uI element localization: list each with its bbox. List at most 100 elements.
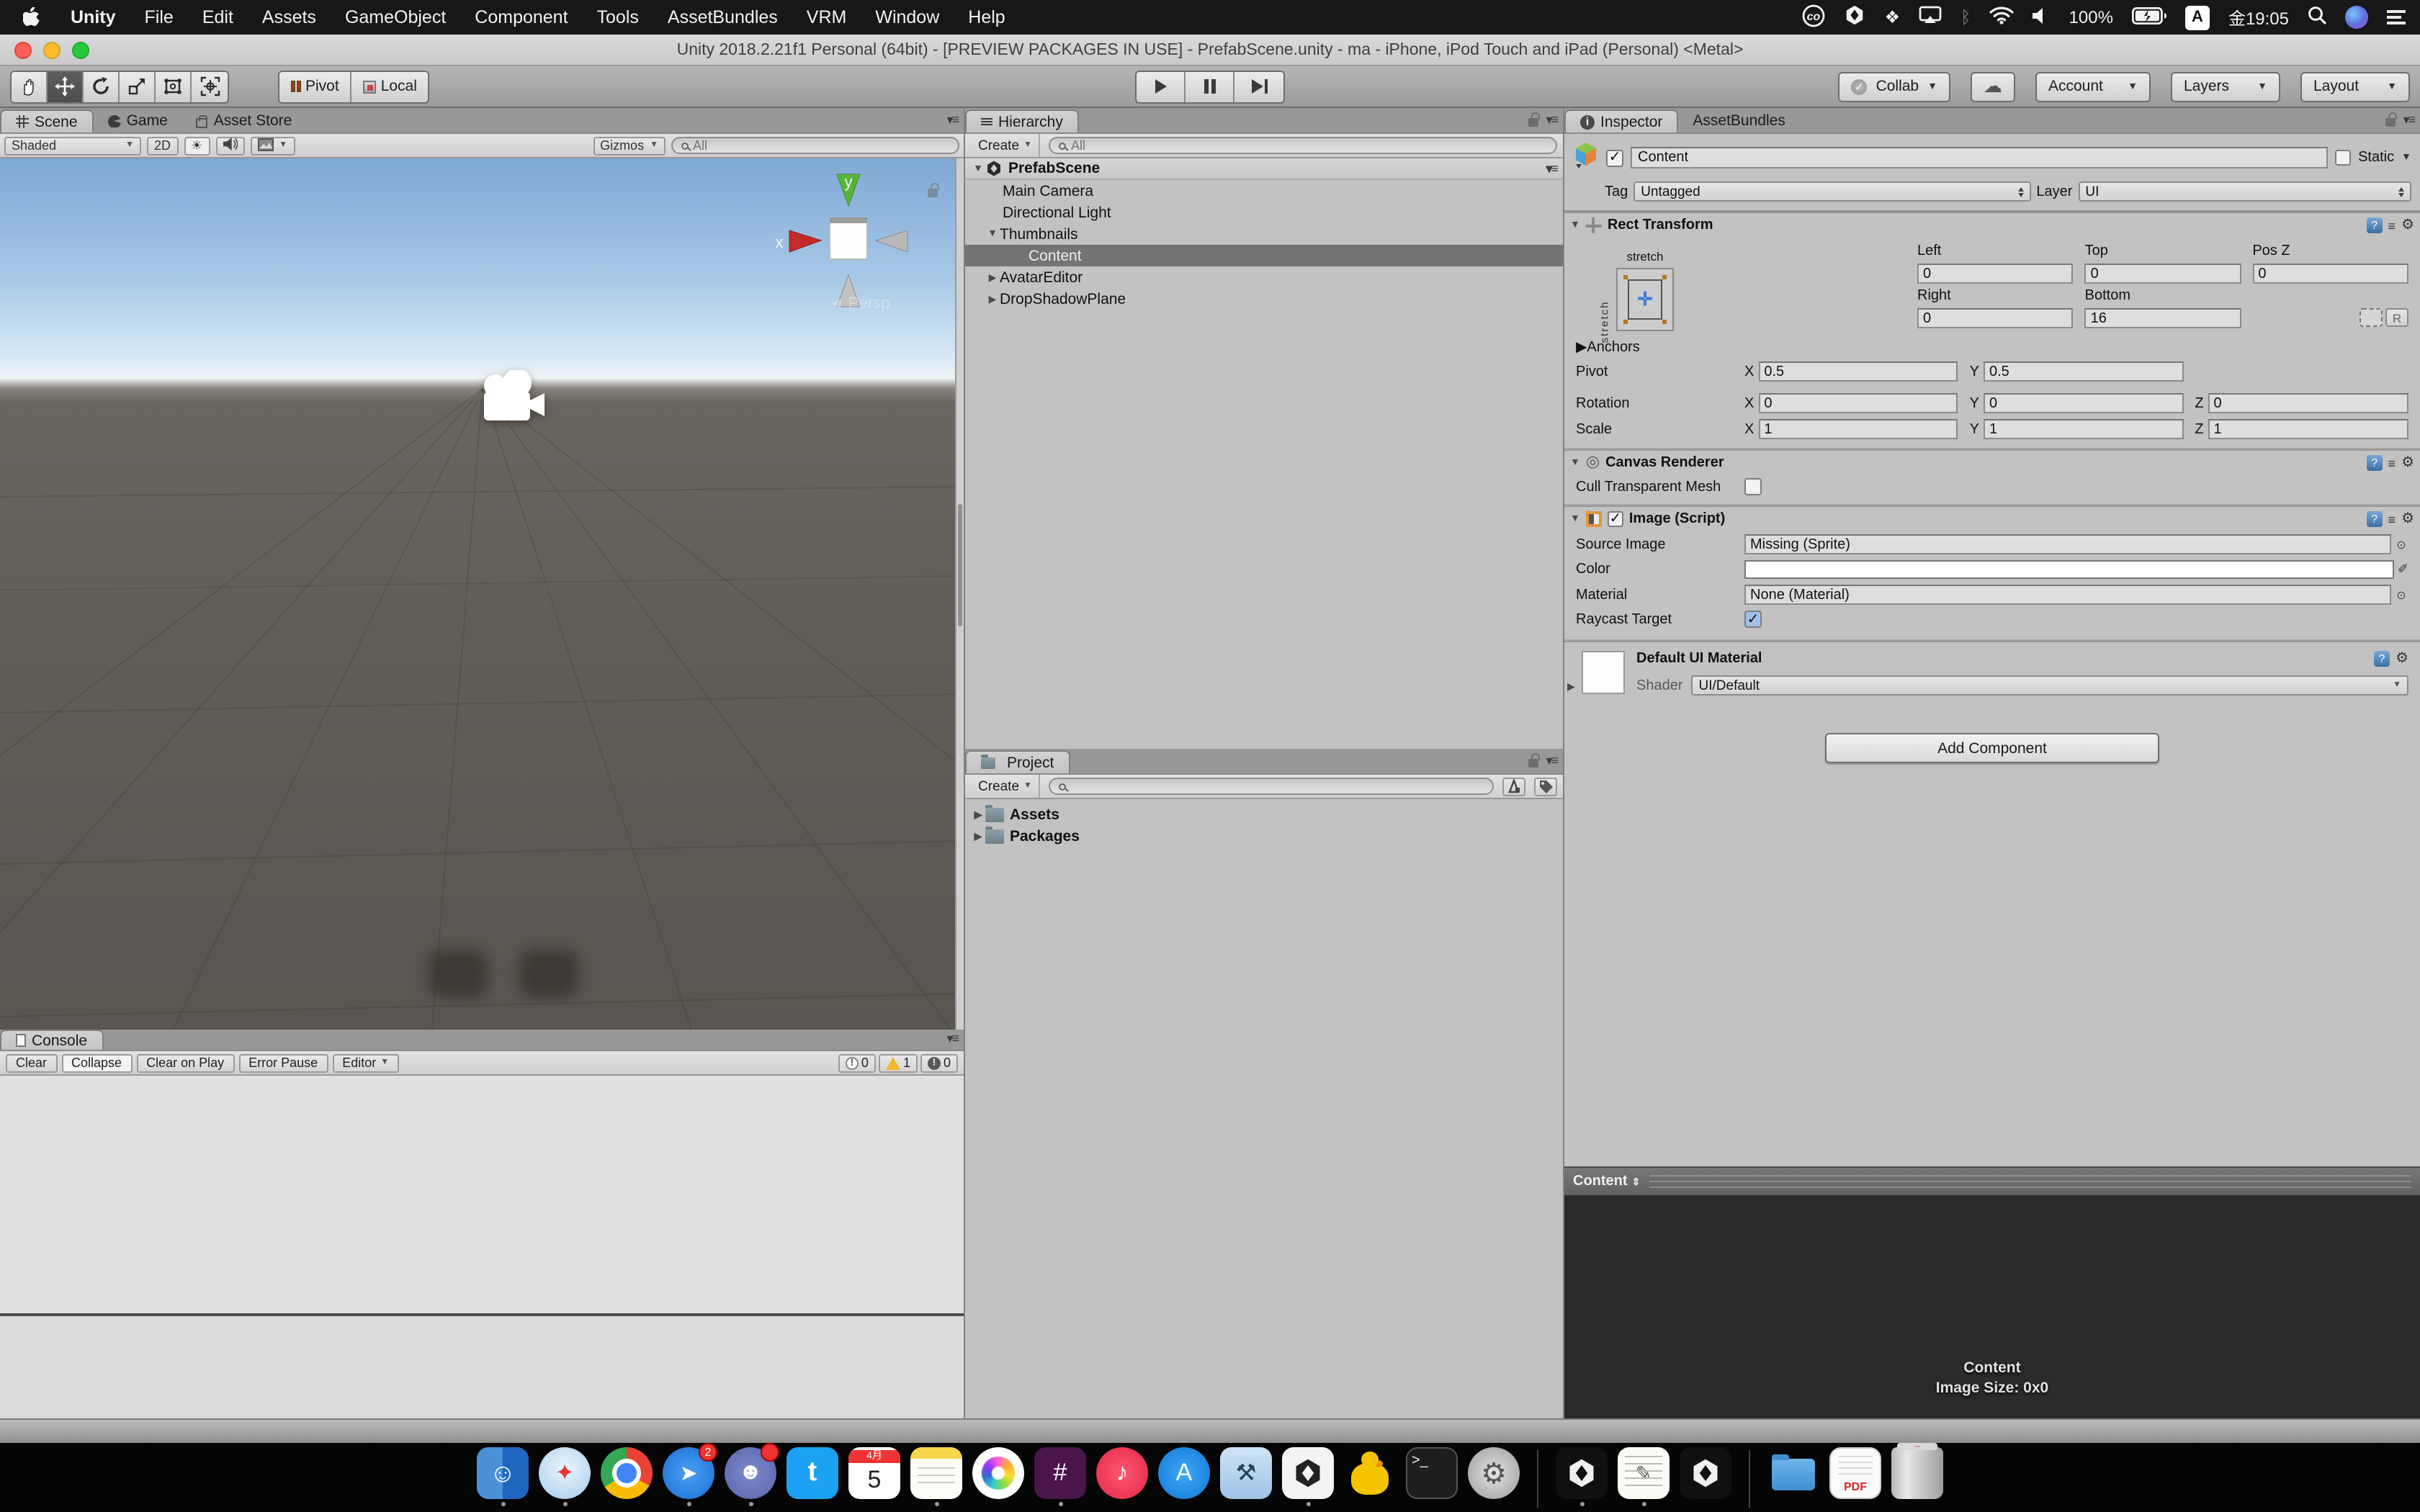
scene-view[interactable]: y x ◄ Persp bbox=[0, 158, 964, 1030]
left-field[interactable]: 0 bbox=[1917, 264, 2074, 284]
dock-finder[interactable]: ☺ bbox=[475, 1447, 530, 1506]
object-picker-icon[interactable]: ⊙ bbox=[2394, 586, 2408, 603]
hierarchy-item-main-camera[interactable]: Main Camera bbox=[965, 180, 1563, 202]
console-clear-on-play-toggle[interactable]: Clear on Play bbox=[136, 1053, 235, 1072]
expander-icon[interactable]: ▶ bbox=[971, 830, 985, 842]
2d-toggle-button[interactable]: 2D bbox=[147, 136, 179, 155]
expander-icon[interactable]: ▶ bbox=[985, 271, 1000, 283]
hand-tool-button[interactable] bbox=[12, 71, 48, 102]
presets-icon[interactable]: ≡ bbox=[2388, 218, 2396, 233]
expander-icon[interactable]: ▶ bbox=[971, 809, 985, 820]
transform-tool-button[interactable] bbox=[192, 71, 228, 102]
layers-dropdown[interactable]: Layers ▼ bbox=[2171, 71, 2280, 102]
dock-chrome[interactable] bbox=[599, 1447, 654, 1499]
hierarchy-lock-icon[interactable] bbox=[1528, 112, 1541, 127]
tab-project[interactable]: Project bbox=[965, 750, 1070, 773]
search-by-label-button[interactable] bbox=[1534, 777, 1557, 796]
tab-assetbundles[interactable]: AssetBundles bbox=[1678, 109, 1799, 132]
help-icon[interactable]: ? bbox=[2374, 651, 2390, 667]
rect-tool-button[interactable] bbox=[156, 71, 192, 102]
dock-twitter[interactable]: t bbox=[785, 1447, 840, 1499]
console-info-filter[interactable]: ! 0 bbox=[838, 1053, 876, 1072]
draw-mode-dropdown[interactable]: Shaded ▼ bbox=[4, 136, 141, 155]
material-expander-icon[interactable]: ▶ bbox=[1567, 681, 1575, 693]
collab-dropdown[interactable]: ✓ Collab ▼ bbox=[1838, 71, 1950, 102]
top-field[interactable]: 0 bbox=[2084, 264, 2241, 284]
expander-icon[interactable]: ▼ bbox=[985, 229, 1000, 239]
menu-unity[interactable]: Unity bbox=[56, 7, 130, 27]
rotation-y-field[interactable]: 0 bbox=[1984, 393, 2184, 413]
console-editor-dropdown[interactable]: Editor ▼ bbox=[332, 1053, 400, 1072]
dock-pdf-document[interactable]: PDF bbox=[1828, 1447, 1883, 1499]
scale-x-field[interactable]: 1 bbox=[1758, 419, 1958, 439]
bottom-field[interactable]: 16 bbox=[2084, 308, 2241, 328]
dock-xcode[interactable]: ⚒ bbox=[1219, 1447, 1273, 1499]
menu-help[interactable]: Help bbox=[954, 7, 1019, 27]
blueprint-mode-button[interactable] bbox=[2360, 308, 2383, 327]
project-lock-icon[interactable] bbox=[1528, 753, 1541, 768]
console-warning-filter[interactable]: 1 bbox=[878, 1053, 918, 1072]
pivot-x-field[interactable]: 0.5 bbox=[1758, 361, 1958, 382]
tab-scene[interactable]: Scene bbox=[0, 109, 94, 132]
dock-system-preferences[interactable]: ⚙ bbox=[1466, 1447, 1521, 1499]
spotlight-search-icon[interactable] bbox=[2308, 6, 2326, 29]
raw-edit-mode-button[interactable]: R bbox=[2385, 308, 2408, 327]
pivot-toggle-button[interactable]: Pivot bbox=[279, 71, 352, 102]
menu-assetbundles[interactable]: AssetBundles bbox=[653, 7, 792, 27]
tab-inspector[interactable]: i Inspector bbox=[1564, 109, 1679, 132]
static-dropdown-icon[interactable]: ▼ bbox=[2401, 153, 2411, 163]
help-icon[interactable]: ? bbox=[2366, 455, 2383, 471]
dock-terminal[interactable]: >_ bbox=[1404, 1447, 1459, 1499]
layout-dropdown[interactable]: Layout ▼ bbox=[2300, 71, 2410, 102]
shader-dropdown[interactable]: UI/Default ▼ bbox=[1691, 675, 2408, 696]
scene-row-menu-icon[interactable]: ▾≡ bbox=[1546, 161, 1559, 176]
dock-trash[interactable] bbox=[1890, 1443, 1945, 1499]
hierarchy-search-input[interactable]: All bbox=[1049, 137, 1557, 154]
perspective-label[interactable]: ◄ Persp bbox=[828, 295, 889, 312]
image-enabled-checkbox[interactable]: ✓ bbox=[1607, 511, 1623, 527]
scene-audio-toggle[interactable] bbox=[215, 136, 245, 155]
close-button[interactable] bbox=[14, 42, 32, 59]
scene-lock-icon[interactable] bbox=[928, 179, 939, 204]
move-tool-button[interactable] bbox=[48, 71, 84, 102]
dock-safari[interactable]: ✦ bbox=[537, 1447, 592, 1506]
local-toggle-button[interactable]: Local bbox=[351, 71, 429, 102]
project-folder-assets[interactable]: ▶ Assets bbox=[965, 804, 1563, 825]
cull-transparent-mesh-checkbox[interactable] bbox=[1744, 478, 1762, 495]
menu-component[interactable]: Component bbox=[460, 7, 582, 27]
presets-icon[interactable]: ≡ bbox=[2388, 456, 2396, 470]
play-button[interactable] bbox=[1137, 71, 1186, 102]
expander-icon[interactable]: ▶ bbox=[985, 293, 1000, 305]
console-log-list[interactable] bbox=[0, 1076, 964, 1313]
scene-view-scrollbar[interactable] bbox=[955, 158, 964, 1030]
battery-icon[interactable] bbox=[2131, 6, 2166, 28]
console-collapse-toggle[interactable]: Collapse bbox=[61, 1053, 133, 1072]
gameobject-name-field[interactable]: Content bbox=[1631, 147, 2329, 168]
scene-lighting-toggle[interactable]: ☀ bbox=[184, 136, 210, 155]
component-expander-icon[interactable]: ▼ bbox=[1570, 458, 1580, 468]
component-expander-icon[interactable]: ▼ bbox=[1570, 220, 1580, 230]
project-search-input[interactable] bbox=[1049, 778, 1494, 795]
hierarchy-scene-row[interactable]: ▼ PrefabScene ▾≡ bbox=[965, 158, 1563, 180]
rotation-z-field[interactable]: 0 bbox=[2208, 393, 2408, 413]
inspector-lock-icon[interactable] bbox=[2385, 112, 2398, 127]
menu-gameobject[interactable]: GameObject bbox=[331, 7, 460, 27]
console-error-filter[interactable]: ! 0 bbox=[920, 1053, 958, 1072]
console-error-pause-toggle[interactable]: Error Pause bbox=[238, 1053, 328, 1072]
airplay-icon[interactable] bbox=[1919, 6, 1942, 29]
zoom-button[interactable] bbox=[72, 42, 89, 59]
project-create-dropdown[interactable]: Create ▼ bbox=[971, 775, 1041, 798]
material-thumbnail[interactable] bbox=[1582, 651, 1625, 694]
tag-dropdown[interactable]: Untagged bbox=[1634, 181, 2031, 202]
tab-console[interactable]: Console bbox=[0, 1030, 104, 1050]
hierarchy-panel-menu-icon[interactable]: ▾≡ bbox=[1546, 112, 1559, 128]
tab-game[interactable]: Game bbox=[94, 109, 182, 132]
material-field[interactable]: None (Material) bbox=[1744, 585, 2391, 605]
layer-dropdown[interactable]: UI bbox=[2078, 181, 2411, 202]
dock-app-store[interactable]: A bbox=[1157, 1447, 1211, 1499]
input-source-indicator[interactable]: A bbox=[2184, 5, 2210, 30]
scale-tool-button[interactable] bbox=[120, 71, 156, 102]
scene-search-input[interactable]: All bbox=[671, 137, 959, 154]
component-expander-icon[interactable]: ▼ bbox=[1570, 514, 1580, 524]
apple-logo-icon[interactable] bbox=[23, 6, 42, 28]
